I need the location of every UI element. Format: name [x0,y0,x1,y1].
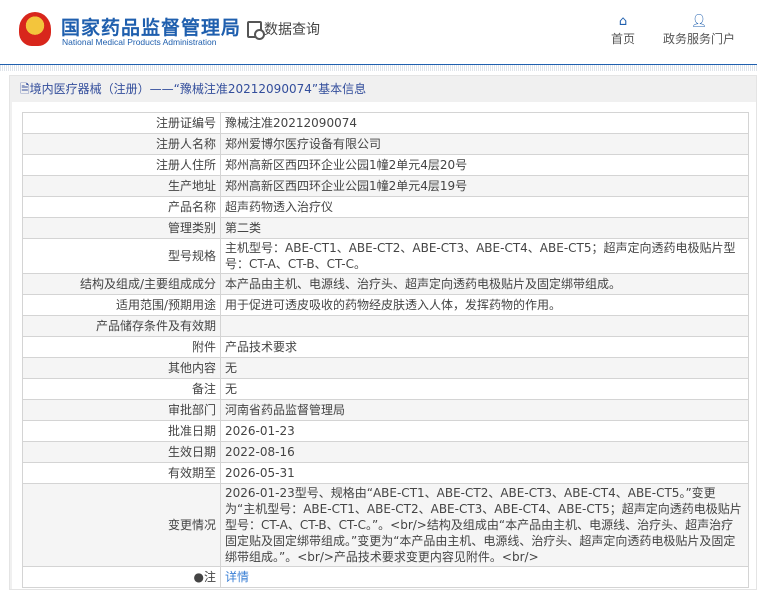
row-label: 结构及组成/主要组成成分 [22,273,221,295]
document-search-icon [247,20,265,40]
row-label: 管理类别 [22,217,221,239]
row-label: 批准日期 [22,420,221,442]
row-label: 生产地址 [22,175,221,197]
table-row: 生产地址 郑州高新区西四环企业公园1幢2单元4层19号 [22,175,749,197]
row-label: 变更情况 [22,483,221,567]
table-row: 生效日期 2022-08-16 [22,441,749,463]
row-label: 产品名称 [22,196,221,218]
row-label: 备注 [22,378,221,400]
logo-title[interactable]: 国家药品监督管理局 [61,13,241,40]
row-value: 郑州高新区西四环企业公园1幢2单元4层19号 [220,175,749,197]
table-row: 注册人住所 郑州高新区西四环企业公园1幢2单元4层20号 [22,154,749,176]
row-label: 型号规格 [22,238,221,274]
row-label: 附件 [22,336,221,358]
row-value: 无 [220,378,749,400]
nav-portal-label: 政务服务门户 [663,32,736,46]
table-row: 产品储存条件及有效期 [22,315,749,337]
row-value: 第二类 [220,217,749,239]
info-table: 注册证编号 豫械注准20212090074 注册人名称 郑州爱博尔医疗设备有限公司 注册… [22,112,749,588]
nav-service-portal[interactable]: 👤︎ 政务服务门户 [663,14,735,47]
document-icon: 🗎 [20,82,30,96]
row-value: 用于促进可透皮吸收的药物经皮肤透入人体，发挥药物的作用。 [220,294,749,316]
table-row: 备注无 [22,378,749,400]
table-row: 注册人名称 郑州爱博尔医疗设备有限公司 [22,133,749,155]
header-divider [0,65,757,71]
table-row: 型号规格 主机型号：ABE-CT1、ABE-CT2、ABE-CT3、ABE-CT4… [22,238,749,274]
row-label: 适用范围/预期用途 [22,294,221,316]
national-emblem-icon [19,12,51,46]
nav-home-label: 首页 [611,32,636,46]
table-row: 注册证编号 豫械注准20212090074 [22,112,749,134]
row-label: 产品储存条件及有效期 [22,315,221,337]
row-value: 超声药物透入治疗仪 [220,196,749,218]
row-value: 2026-01-23型号、规格由“ABE-CT1、ABE-CT2、ABE-CT3… [220,483,749,567]
table-row: 批准日期 2026-01-23 [22,420,749,442]
row-value: 2026-05-31 [220,462,749,484]
details-link[interactable]: 详情 [225,570,249,584]
row-label: 其他内容 [22,357,221,379]
table-row: 其他内容无 [22,357,749,379]
table-row-note: ●注 详情 [22,566,749,588]
table-row: 有效期至 2026-05-31 [22,462,749,484]
row-value: 郑州高新区西四环企业公园1幢2单元4层20号 [220,154,749,176]
table-row: 管理类别 第二类 [22,217,749,239]
row-value [220,315,749,337]
table-row: 审批部门 河南省药品监督管理局 [22,399,749,421]
site-header: 国家药品监督管理局 National Medical Products Admi… [0,0,757,65]
row-value: 本产品由主机、电源线、治疗头、超声定向透药电极贴片及固定绑带组成。 [220,273,749,295]
table-row: 变更情况 2026-01-23型号、规格由“ABE-CT1、ABE-CT2、ABE… [22,483,749,567]
row-value: 产品技术要求 [220,336,749,358]
table-row: 附件 产品技术要求 [22,336,749,358]
nav-home[interactable]: ⌂ 首页 [611,14,635,47]
data-query-link[interactable]: 数据查询 [247,19,320,40]
row-label: 注册证编号 [22,112,221,134]
row-value: 主机型号：ABE-CT1、ABE-CT2、ABE-CT3、ABE-CT4、ABE… [220,238,749,274]
row-label: 有效期至 [22,462,221,484]
page-title-text: 境内医疗器械（注册）——“豫械注准20212090074”基本信息 [29,82,367,96]
detail-panel: 🗎境内医疗器械（注册）——“豫械注准20212090074”基本信息 注册证编号… [9,75,757,590]
row-value: 2022-08-16 [220,441,749,463]
page-title: 🗎境内医疗器械（注册）——“豫械注准20212090074”基本信息 [10,76,756,102]
bulb-icon: ● [193,570,204,584]
row-value: 河南省药品监督管理局 [220,399,749,421]
table-row: 产品名称 超声药物透入治疗仪 [22,196,749,218]
data-query-label: 数据查询 [264,22,320,38]
row-label: ●注 [22,566,221,588]
logo-subtitle[interactable]: National Medical Products Administration [62,37,217,47]
row-value: 郑州爱博尔医疗设备有限公司 [220,133,749,155]
table-row: 结构及组成/主要组成成分 本产品由主机、电源线、治疗头、超声定向透药电极贴片及固定… [22,273,749,295]
row-label: 注册人住所 [22,154,221,176]
row-value: 无 [220,357,749,379]
home-icon: ⌂ [618,14,628,29]
user-icon: 👤︎ [690,14,708,29]
table-row: 适用范围/预期用途 用于促进可透皮吸收的药物经皮肤透入人体，发挥药物的作用。 [22,294,749,316]
row-value: 2026-01-23 [220,420,749,442]
row-label: 生效日期 [22,441,221,463]
row-label: 审批部门 [22,399,221,421]
row-label: 注册人名称 [22,133,221,155]
note-label: 注 [203,570,216,584]
row-value: 豫械注准20212090074 [220,112,749,134]
